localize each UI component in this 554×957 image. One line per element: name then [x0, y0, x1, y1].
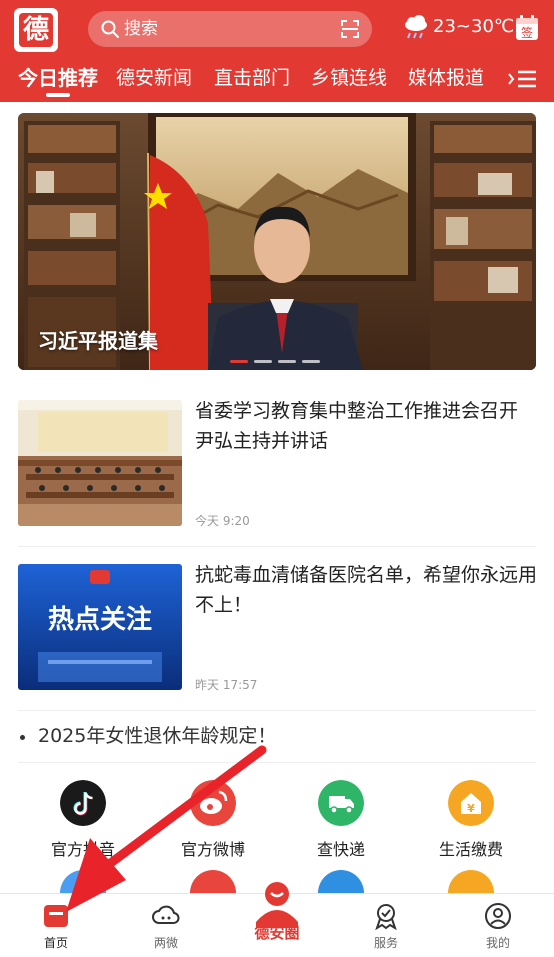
payment-icon: ¥	[448, 780, 494, 826]
tab-media[interactable]: 媒体报道	[408, 64, 484, 92]
headline-banner[interactable]: 习近平报道集	[18, 113, 536, 370]
news-thumbnail	[18, 400, 182, 526]
weibo-icon	[190, 780, 236, 826]
divider	[18, 762, 536, 763]
bullet-icon	[20, 735, 25, 740]
divider	[18, 710, 536, 711]
headline-ticker[interactable]: 2025年女性退休年龄规定！	[18, 722, 536, 752]
news-item[interactable]: 省委学习教育集中整治工作推进会召开 尹弘主持并讲话 今天 9:20	[18, 400, 536, 540]
rain-cloud-icon	[405, 15, 427, 39]
search-bar[interactable]: 搜索	[88, 11, 372, 47]
news-item[interactable]: 热点关注 抗蛇毒血清储备医院名单，希望你永远用不上！ 昨天 17:57	[18, 564, 537, 704]
tab-dean-news[interactable]: 德安新闻	[116, 64, 192, 92]
service-label: 生活缴费	[438, 840, 503, 859]
service-icon	[375, 904, 397, 930]
app-logo[interactable]: 德	[14, 8, 58, 52]
news-time: 今天 9:20	[195, 514, 250, 528]
carousel-dot	[278, 360, 296, 363]
nav-label: 两微	[153, 936, 178, 950]
top-header: 德 搜索 23~30℃ 签 今日推荐 德安新闻 直击部门 乡镇连线 媒体报道	[0, 0, 554, 102]
menu-icon[interactable]	[508, 68, 538, 90]
svg-text:¥: ¥	[467, 802, 475, 815]
service-label: 官方抖音	[50, 840, 115, 859]
search-icon	[101, 20, 119, 38]
carousel-dot	[302, 360, 320, 363]
nav-profile[interactable]: 我的	[458, 894, 538, 957]
temperature: 23~30℃	[433, 16, 515, 37]
tab-departments[interactable]: 直击部门	[214, 64, 290, 92]
news-thumbnail: 热点关注	[18, 564, 182, 690]
home-icon	[44, 905, 68, 927]
divider	[18, 546, 536, 547]
nav-center-label[interactable]: 德安圈	[244, 922, 310, 943]
tiktok-icon	[60, 780, 106, 826]
svg-text:热点关注: 热点关注	[48, 604, 152, 635]
logo-mark: 德	[19, 13, 53, 47]
tab-townships[interactable]: 乡镇连线	[311, 64, 387, 92]
profile-icon	[485, 903, 511, 929]
news-title: 抗蛇毒血清储备医院名单，希望你永远用不上！	[195, 564, 538, 616]
tab-today[interactable]: 今日推荐	[18, 64, 98, 92]
nav-service[interactable]: 服务	[346, 894, 426, 957]
weather-widget[interactable]: 23~30℃	[402, 14, 514, 40]
svg-text:签: 签	[521, 25, 533, 40]
sign-in-calendar-icon[interactable]: 签	[515, 15, 539, 41]
carousel-dot	[230, 360, 248, 363]
news-time: 昨天 17:57	[195, 678, 258, 692]
active-tab-indicator	[46, 93, 70, 97]
nav-two-micro[interactable]: 两微	[126, 894, 206, 957]
carousel-indicator	[230, 360, 320, 363]
carousel-dot	[254, 360, 272, 363]
service-icon-partial[interactable]	[60, 870, 106, 893]
news-title: 省委学习教育集中整治工作推进会召开 尹弘主持并讲话	[195, 400, 519, 452]
service-icon-partial[interactable]	[448, 870, 494, 893]
service-label: 查快递	[316, 840, 365, 859]
nav-home[interactable]: 首页	[16, 894, 96, 957]
nav-label: 首页	[43, 936, 68, 950]
service-icon-partial[interactable]	[318, 870, 364, 893]
ticker-text: 2025年女性退休年龄规定！	[38, 725, 277, 747]
service-label: 官方微博	[180, 840, 245, 859]
nav-label: 服务	[373, 936, 398, 950]
scan-icon[interactable]	[340, 19, 360, 39]
channel-tabs: 今日推荐 德安新闻 直击部门 乡镇连线 媒体报道	[0, 62, 554, 98]
search-placeholder: 搜索	[124, 19, 158, 39]
cloud-icon	[152, 905, 180, 924]
service-icon-partial[interactable]	[190, 870, 236, 893]
delivery-icon	[318, 780, 364, 826]
nav-label: 我的	[485, 936, 510, 950]
banner-caption: 习近平报道集	[38, 329, 158, 353]
